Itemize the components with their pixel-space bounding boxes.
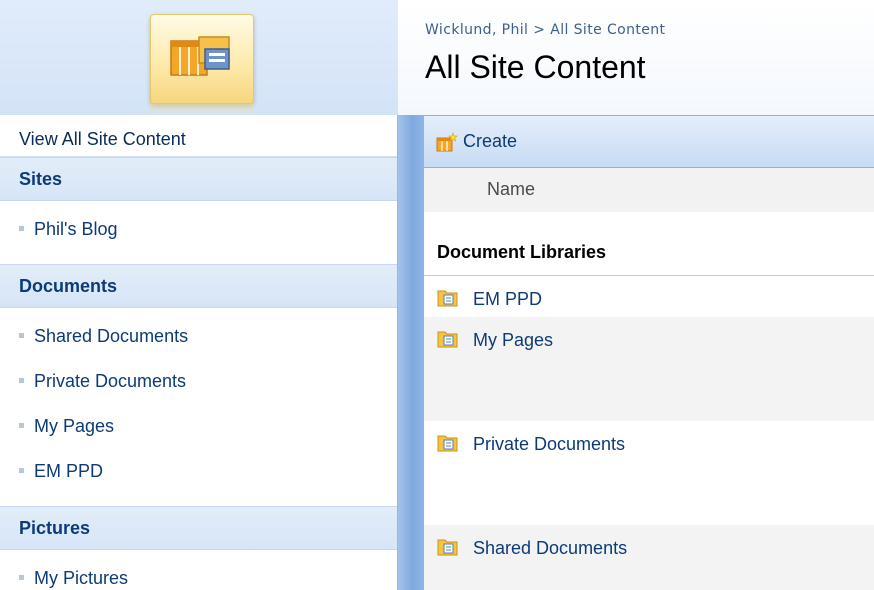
document-library-icon <box>437 290 458 307</box>
bullet-icon <box>19 422 24 428</box>
nav-item-label: Phil's Blog <box>34 219 118 239</box>
bullet-icon <box>19 332 24 338</box>
nav-item-label: EM PPD <box>34 461 104 481</box>
quick-launch-nav: View All Site Content Sites Phil's Blog … <box>0 115 398 590</box>
nav-list-sites: Phil's Blog <box>0 201 397 264</box>
section-document-libraries: Document Libraries <box>424 212 874 276</box>
nav-list-documents: Shared Documents Private Documents My Pa… <box>0 308 397 506</box>
nav-splitter[interactable] <box>398 115 424 590</box>
create-label: Create <box>463 131 518 151</box>
main-content: Create Name Document Libraries EM PPD My… <box>424 115 874 590</box>
list-item-shared-documents[interactable]: Shared Documents <box>424 525 874 590</box>
nav-item-label: Private Documents <box>34 371 187 391</box>
nav-section-sites[interactable]: Sites <box>0 157 397 201</box>
list-item-label: My Pages <box>473 330 554 350</box>
document-library-icon <box>437 435 458 452</box>
breadcrumb: Wicklund, Phil > All Site Content <box>425 22 665 38</box>
nav-item-my-pictures[interactable]: My Pictures <box>0 556 397 590</box>
create-list-icon <box>436 131 458 151</box>
site-content-icon <box>170 36 230 76</box>
list-item-label: Private Documents <box>473 434 626 454</box>
nav-item-private-documents[interactable]: Private Documents <box>0 359 397 404</box>
nav-section-documents[interactable]: Documents <box>0 264 397 308</box>
bullet-icon <box>19 225 24 231</box>
nav-section-pictures[interactable]: Pictures <box>0 506 397 550</box>
list-item-em-ppd[interactable]: EM PPD <box>424 276 874 317</box>
nav-item-shared-documents[interactable]: Shared Documents <box>0 314 397 359</box>
breadcrumb-separator: > <box>533 22 546 38</box>
document-library-icon <box>437 539 458 556</box>
site-logo-area <box>0 0 398 115</box>
nav-item-em-ppd[interactable]: EM PPD <box>0 449 397 494</box>
toolbar: Create <box>424 115 874 168</box>
page-title: All Site Content <box>425 49 646 85</box>
nav-item-label: Shared Documents <box>34 326 189 346</box>
nav-item-phils-blog[interactable]: Phil's Blog <box>0 207 397 252</box>
column-header-name[interactable]: Name <box>424 168 874 212</box>
bullet-icon <box>19 574 24 580</box>
list-item-label: Shared Documents <box>473 538 628 558</box>
breadcrumb-current[interactable]: All Site Content <box>550 22 665 38</box>
nav-view-all-site-content[interactable]: View All Site Content <box>0 115 397 157</box>
document-library-icon <box>437 331 458 348</box>
nav-item-my-pages[interactable]: My Pages <box>0 404 397 449</box>
list-item-my-pages[interactable]: My Pages <box>424 317 874 421</box>
nav-list-pictures: My Pictures <box>0 550 397 590</box>
nav-item-label: My Pages <box>34 416 115 436</box>
create-button[interactable]: Create <box>436 131 517 152</box>
list-item-label: EM PPD <box>473 289 543 309</box>
page-header: Wicklund, Phil > All Site Content All Si… <box>398 0 874 115</box>
nav-item-label: My Pictures <box>34 568 129 588</box>
breadcrumb-site-link[interactable]: Wicklund, Phil <box>425 22 528 38</box>
list-item-private-documents[interactable]: Private Documents <box>424 421 874 525</box>
logo-reflection <box>150 104 254 115</box>
site-logo[interactable] <box>150 14 254 104</box>
bullet-icon <box>19 467 24 473</box>
bullet-icon <box>19 377 24 383</box>
